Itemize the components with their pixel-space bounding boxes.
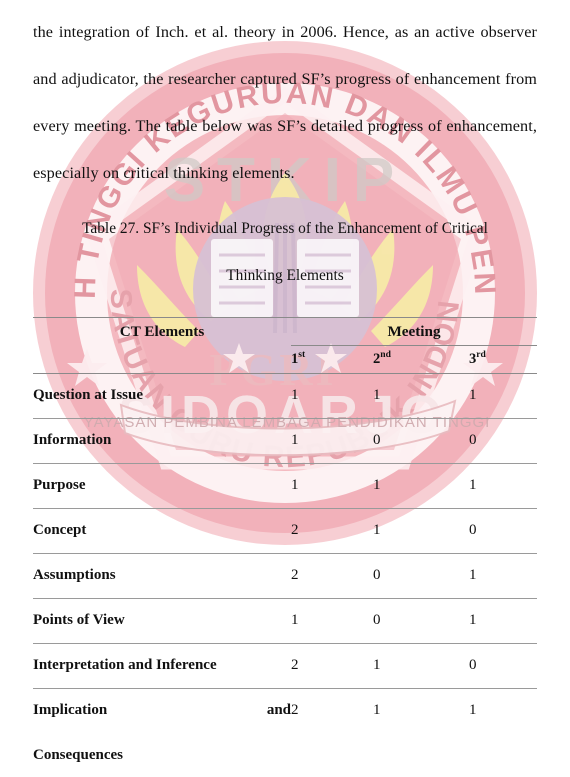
row-meeting-1-value: 1: [291, 598, 373, 644]
row-element-label: Question at Issue: [33, 387, 144, 403]
row-element-label: Implication and: [33, 688, 291, 733]
row-meeting-3-value: 1: [469, 463, 538, 509]
row-element-label: Points of View: [33, 598, 291, 644]
table-caption: Table 27. SF’s Individual Progress of th…: [33, 197, 537, 299]
row-meeting-3-value: 1: [469, 553, 538, 599]
critical-thinking-progress-table: CT Elements Meeting 1st 2nd 3rd Question…: [33, 317, 538, 733]
column-header-spacer: [33, 345, 291, 374]
column-header-ct-elements: CT Elements: [33, 317, 291, 346]
table-row: Interpretation and Inference 2 1 0: [33, 643, 538, 689]
table-caption-line-1: Table 27. SF’s Individual Progress of th…: [82, 220, 488, 237]
column-header-meeting: Meeting: [291, 317, 538, 346]
row-element-label: Assumptions: [33, 553, 291, 599]
table-row: Question at Issue 1 1 1: [33, 374, 537, 419]
table-row: Information 1 0 0: [33, 418, 538, 464]
row-element-label: Information: [33, 418, 291, 464]
row-meeting-3-value: 1: [469, 598, 538, 644]
table-row: Concept 2 1 0: [33, 508, 538, 554]
row-meeting-3-value: 1: [469, 387, 477, 403]
table-header-row-ordinals: 1st 2nd 3rd: [33, 345, 538, 374]
row-element-label: Purpose: [33, 463, 291, 509]
row-meeting-1-value: 2: [291, 553, 373, 599]
row-meeting-2-value: 1: [373, 508, 469, 554]
table-head: CT Elements Meeting 1st 2nd 3rd: [33, 317, 538, 374]
meeting-1-ordinal: st: [298, 349, 306, 361]
column-header-meeting-1: 1st: [291, 345, 373, 374]
row-meeting-1-value: 2: [291, 688, 373, 733]
row-meeting-2-value: 1: [373, 643, 469, 689]
body-paragraph: the integration of Inch. et al. theory i…: [33, 23, 537, 182]
table-row: Assumptions 2 0 1: [33, 553, 538, 599]
row-meeting-1-value: 1: [291, 463, 373, 509]
row-meeting-3-value: 1: [469, 688, 538, 733]
meeting-3-ordinal: rd: [476, 349, 486, 361]
row-element-label-wrap: Consequences: [33, 747, 124, 763]
row-meeting-1-value: 1: [291, 418, 373, 464]
row-meeting-3-value: 0: [469, 418, 538, 464]
row-meeting-1-value: 1: [291, 387, 299, 403]
table-row: Purpose 1 1 1: [33, 463, 538, 509]
row-meeting-2-value: 1: [373, 688, 469, 733]
row-meeting-1-value: 2: [291, 643, 373, 689]
row-meeting-2-value: 0: [373, 553, 469, 599]
document-page: the integration of Inch. et al. theory i…: [0, 0, 570, 777]
row-meeting-1-value: 2: [291, 508, 373, 554]
row-element-label: Concept: [33, 508, 291, 554]
table-caption-line-2: Thinking Elements: [226, 267, 344, 284]
meeting-2-ordinal: nd: [380, 349, 391, 361]
column-header-meeting-3: 3rd: [469, 345, 538, 374]
row-meeting-2-value: 0: [373, 598, 469, 644]
column-header-meeting-2: 2nd: [373, 345, 469, 374]
table-row: Points of View 1 0 1: [33, 598, 538, 644]
row-meeting-2-value: 0: [373, 418, 469, 464]
table-header-row-primary: CT Elements Meeting: [33, 317, 538, 346]
table-row: Implication and 2 1 1: [33, 688, 538, 733]
table-body: Question at Issue 1 1 1 Information 1 0 …: [33, 374, 538, 733]
row-element-label: Interpretation and Inference: [33, 643, 291, 689]
row-meeting-3-value: 0: [469, 643, 538, 689]
row-meeting-2-value: 1: [373, 387, 381, 403]
row-meeting-2-value: 1: [373, 463, 469, 509]
row-meeting-3-value: 0: [469, 508, 538, 554]
